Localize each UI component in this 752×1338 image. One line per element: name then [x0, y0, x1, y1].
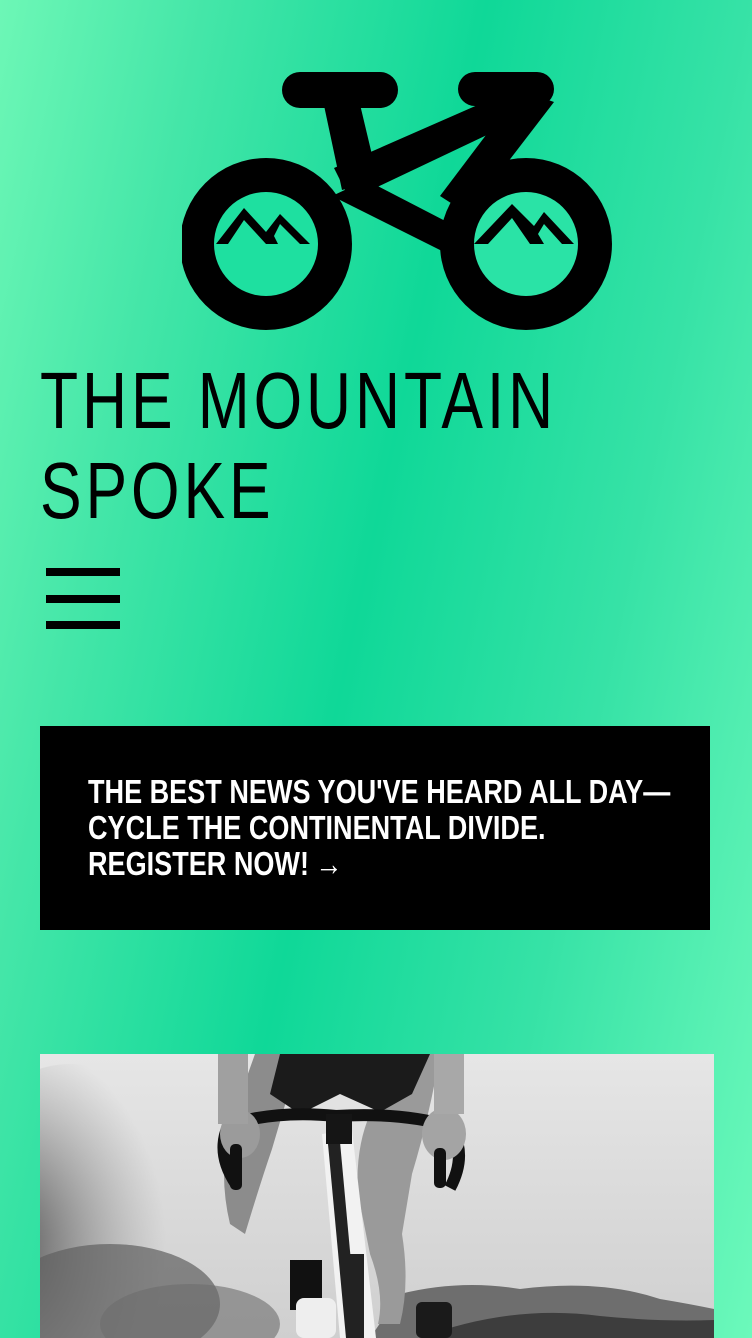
site-title[interactable]: THE MOUNTAIN SPOKE — [40, 356, 557, 536]
promo-line-1: THE BEST NEWS YOU'VE HEARD ALL DAY— — [88, 773, 671, 810]
arrow-right-icon: → — [315, 845, 343, 882]
hero-cyclist-photo — [40, 1054, 714, 1338]
menu-bar-middle — [46, 595, 120, 603]
promo-register-link[interactable]: REGISTER NOW! → — [88, 846, 670, 882]
cyclist-photo-icon — [40, 1054, 714, 1338]
menu-bar-top — [46, 568, 120, 576]
hamburger-menu-icon[interactable] — [46, 568, 120, 630]
promo-line-2: CYCLE THE CONTINENTAL DIVIDE. — [88, 809, 546, 846]
page: THE MOUNTAIN SPOKE THE BEST NEWS YOU'VE … — [0, 0, 752, 1338]
site-title-line-2: SPOKE — [40, 446, 275, 535]
site-title-line-1: THE MOUNTAIN — [40, 356, 558, 445]
menu-bar-bottom — [46, 621, 120, 629]
promo-banner[interactable]: THE BEST NEWS YOU'VE HEARD ALL DAY— CYCL… — [40, 726, 710, 930]
promo-text: THE BEST NEWS YOU'VE HEARD ALL DAY— CYCL… — [88, 774, 670, 882]
promo-line-3: REGISTER NOW! — [88, 845, 309, 882]
bicycle-logo-icon[interactable] — [182, 72, 612, 330]
